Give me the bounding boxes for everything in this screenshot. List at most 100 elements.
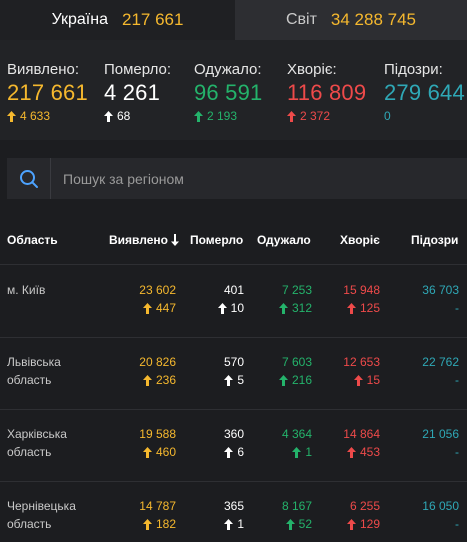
- stat-detected-delta-value: 4 633: [20, 109, 51, 123]
- column-header-died[interactable]: Померло: [190, 233, 243, 247]
- cell-died-delta: 5: [224, 371, 244, 389]
- region-name: Чернівецька область: [7, 499, 76, 531]
- stat-recovered: Одужало: 96 591 2 193: [194, 61, 263, 123]
- cell-recovered: 7 253 312: [278, 281, 312, 317]
- cell-recovered-delta-value: 52: [298, 517, 312, 531]
- cell-suspected: 21 056 -: [422, 425, 459, 461]
- cell-detected-delta-value: 182: [155, 517, 176, 531]
- column-header-recovered[interactable]: Одужало: [257, 233, 311, 247]
- cell-died-value: 365: [223, 499, 244, 513]
- cell-detected-value: 23 602: [139, 283, 176, 297]
- tab-world-label: Світ: [285, 11, 317, 28]
- table-row[interactable]: Чернівецька область 14 787 182 365 1 8 167 52 6…: [0, 481, 467, 542]
- cell-recovered: 8 167 52: [282, 497, 312, 533]
- arrow-up-icon: [278, 374, 288, 386]
- arrow-up-icon: [194, 110, 203, 122]
- stat-recovered-delta-value: 2 193: [207, 109, 238, 123]
- arrow-up-icon: [346, 446, 356, 458]
- table-row[interactable]: Харківська область 19 588 460 360 6 4 364 1 14 …: [0, 409, 467, 481]
- stat-suspected-value: 279 644: [384, 80, 465, 105]
- arrow-up-icon: [142, 374, 152, 386]
- cell-suspected-delta: -: [422, 443, 459, 461]
- cell-sick-delta: 125: [343, 299, 380, 317]
- search-icon[interactable]: [7, 158, 51, 199]
- cell-sick-value: 6 255: [349, 499, 380, 513]
- arrow-up-icon: [278, 302, 288, 314]
- column-header-suspected[interactable]: Підозри: [411, 233, 458, 247]
- stat-sick-delta: 2 372: [287, 109, 366, 123]
- cell-suspected-value: 36 703: [422, 283, 459, 297]
- stat-sick: Хворіє: 116 809 2 372: [287, 61, 366, 123]
- stat-sick-delta-value: 2 372: [300, 109, 331, 123]
- cell-sick-delta-value: 453: [359, 445, 380, 459]
- region-name: Львівська область: [7, 355, 61, 387]
- cell-died-value: 360: [223, 427, 244, 441]
- cell-recovered-value: 8 167: [281, 499, 312, 513]
- cell-detected-delta: 182: [139, 515, 176, 533]
- cell-recovered-value: 7 253: [281, 283, 312, 297]
- cell-recovered: 7 603 216: [278, 353, 312, 389]
- arrow-up-icon: [142, 518, 152, 530]
- cell-sick-delta: 15: [343, 371, 380, 389]
- cell-recovered-delta: 52: [282, 515, 312, 533]
- arrow-up-icon: [224, 446, 234, 458]
- cell-died-value: 401: [223, 283, 244, 297]
- cell-recovered-delta-value: 1: [305, 445, 312, 459]
- cell-suspected-delta-value: -: [455, 517, 459, 531]
- cell-detected-delta: 236: [139, 371, 176, 389]
- cell-suspected-delta-value: -: [455, 373, 459, 387]
- arrow-up-icon: [287, 110, 296, 122]
- column-header-detected[interactable]: Виявлено: [109, 233, 179, 247]
- arrow-up-icon: [142, 446, 152, 458]
- cell-detected: 14 787 182: [139, 497, 176, 533]
- cell-sick-delta: 129: [346, 515, 380, 533]
- stat-died-label: Померло:: [104, 61, 172, 78]
- stat-suspected-delta: 0: [384, 109, 465, 123]
- stat-died-delta: 68: [104, 109, 171, 123]
- cell-recovered-value: 7 603: [281, 355, 312, 369]
- cell-suspected-delta-value: -: [455, 445, 459, 459]
- cell-detected-delta: 460: [139, 443, 176, 461]
- country-tabs: Україна 217 661 Світ 34 288 745: [0, 0, 467, 40]
- cell-detected-value: 19 588: [139, 427, 176, 441]
- arrow-up-icon: [224, 374, 234, 386]
- table-header: Область Виявлено Померло Одужало Хворіє …: [0, 222, 467, 258]
- cell-suspected: 36 703 -: [422, 281, 459, 317]
- stat-suspected: Підозри: 279 644 0: [384, 61, 465, 123]
- search-input[interactable]: [51, 158, 467, 199]
- column-header-sick[interactable]: Хворіє: [340, 233, 380, 247]
- cell-died-delta-value: 1: [237, 517, 244, 531]
- stat-recovered-label: Одужало:: [194, 61, 262, 78]
- stat-detected-value: 217 661: [7, 80, 88, 105]
- table-row[interactable]: м. Київ 23 602 447 401 10 7 253 312 15 948 125 36…: [0, 265, 467, 337]
- tab-world[interactable]: Світ 34 288 745: [235, 0, 467, 40]
- tab-world-count: 34 288 745: [330, 10, 417, 29]
- tab-ukraine[interactable]: Україна 217 661: [0, 0, 235, 40]
- cell-died: 360 6: [224, 425, 244, 461]
- cell-suspected-value: 21 056: [422, 427, 459, 441]
- cell-suspected-value: 16 050: [422, 499, 459, 513]
- stat-detected-delta: 4 633: [7, 109, 88, 123]
- region-name: м. Київ: [7, 283, 46, 297]
- stat-recovered-delta: 2 193: [194, 109, 263, 123]
- cell-sick: 6 255 129: [346, 497, 380, 533]
- arrow-up-icon: [224, 518, 234, 530]
- cell-suspected-value: 22 762: [422, 355, 459, 369]
- arrow-up-icon: [346, 518, 356, 530]
- region-name: Харківська область: [7, 427, 67, 459]
- arrow-up-icon: [346, 302, 356, 314]
- cell-detected-delta: 447: [139, 299, 176, 317]
- cell-died: 401 10: [217, 281, 244, 317]
- cell-suspected-delta: -: [422, 515, 459, 533]
- arrow-up-icon: [292, 446, 302, 458]
- tab-ukraine-label: Україна: [51, 11, 108, 28]
- cell-detected: 23 602 447: [139, 281, 176, 317]
- stat-died-value: 4 261: [104, 80, 161, 105]
- stat-sick-value: 116 809: [287, 80, 367, 105]
- table-row[interactable]: Львівська область 20 826 236 570 5 7 603 216 12…: [0, 337, 467, 409]
- cell-sick-value: 15 948: [343, 283, 380, 297]
- cell-suspected: 16 050 -: [422, 497, 459, 533]
- column-header-region[interactable]: Область: [7, 233, 58, 247]
- cell-recovered-delta: 216: [278, 371, 312, 389]
- cell-sick: 14 864 453: [343, 425, 380, 461]
